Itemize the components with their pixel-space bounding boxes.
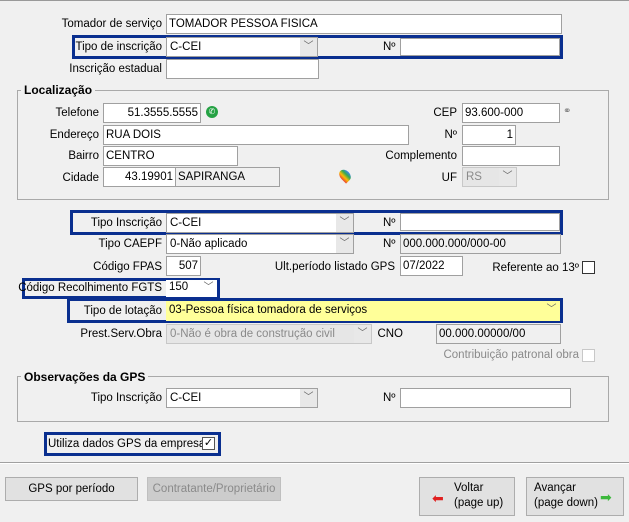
numero-input[interactable]: 1 — [462, 125, 516, 145]
chevron-down-icon: ﹀ — [336, 235, 353, 253]
selected-value: 03-Pessoa física tomadora de serviços — [169, 304, 368, 316]
tipo-caepf-select[interactable]: 0-Não aplicado ﹀ — [166, 234, 354, 254]
tomador-input[interactable]: TOMADOR PESSOA FISICA — [166, 14, 562, 34]
tipo-inscricao-top-label: Tipo de inscrição — [75, 41, 162, 53]
gps-por-periodo-label: GPS por período — [28, 483, 115, 495]
referente-13-checkbox[interactable] — [582, 261, 595, 274]
codigo-fgts-select[interactable]: 150 ﹀ — [166, 280, 217, 297]
selected-value: 0-Não é obra de construção civil — [170, 328, 335, 340]
binoculars-icon[interactable]: ⚭ — [563, 106, 571, 117]
num-top-input[interactable] — [400, 38, 560, 56]
contribuicao-patronal-checkbox[interactable] — [582, 349, 595, 362]
arrow-right-icon: ➡ — [600, 489, 612, 505]
inscricao-estadual-label: Inscrição estadual — [69, 63, 162, 75]
selected-value: 0-Não aplicado — [170, 238, 248, 250]
utiliza-dados-label: Utiliza dados GPS da empresa — [48, 438, 206, 450]
tipo-inscricao-select[interactable]: C-CEI ﹀ — [166, 213, 354, 233]
referente-13-label: Referente ao 13º — [492, 262, 579, 274]
numero-label: Nº — [444, 129, 457, 141]
codigo-fpas-input[interactable]: 507 — [166, 256, 201, 276]
cno-label: CNO — [377, 328, 403, 340]
telefone-input[interactable]: 51.3555.5555 — [103, 103, 201, 123]
num-top-label: Nº — [383, 41, 396, 53]
obs-tipo-inscricao-label: Tipo Inscrição — [90, 392, 162, 404]
num-input[interactable] — [400, 213, 560, 231]
prest-serv-obra-select[interactable]: 0-Não é obra de construção civil ﹀ — [166, 324, 372, 344]
selected-value: C-CEI — [170, 41, 202, 53]
contratante-label: Contratante/Proprietário — [152, 483, 276, 495]
chevron-down-icon: ﹀ — [499, 168, 516, 186]
localizacao-title: Localização — [21, 83, 96, 97]
avancar-button[interactable]: Avançar (page down) ➡ — [526, 477, 624, 516]
footer-divider — [0, 462, 629, 464]
observacoes-title: Observações da GPS — [21, 370, 149, 384]
endereco-label: Endereço — [49, 129, 99, 141]
top-border — [0, 0, 629, 1]
uf-select[interactable]: RS ﹀ — [462, 167, 517, 187]
tipo-inscricao-top-select[interactable]: C-CEI ﹀ — [166, 37, 318, 57]
endereco-input[interactable]: RUA DOIS — [103, 125, 409, 145]
tipo-caepf-label: Tipo CAEPF — [98, 238, 162, 250]
selected-value: 150 — [169, 281, 189, 293]
prest-serv-obra-label: Prest.Serv.Obra — [80, 328, 162, 340]
num-label: Nº — [383, 217, 396, 229]
codigo-fpas-label: Código FPAS — [93, 261, 162, 273]
cep-label: CEP — [433, 107, 457, 119]
telefone-label: Telefone — [55, 107, 99, 119]
utiliza-dados-checkbox[interactable]: ✓ — [202, 437, 215, 450]
chevron-down-icon: ﹀ — [300, 389, 317, 407]
gps-por-periodo-button[interactable]: GPS por período — [5, 477, 138, 501]
voltar-sub: (page up) — [454, 497, 504, 509]
caepf-num-label: Nº — [383, 238, 396, 250]
uf-label: UF — [441, 172, 457, 184]
complemento-input[interactable] — [462, 146, 560, 166]
selected-value: C-CEI — [170, 392, 202, 404]
contratante-button[interactable]: Contratante/Proprietário — [147, 477, 281, 501]
caepf-num-field: 000.000.000/000-00 — [400, 234, 561, 254]
chevron-down-icon: ﹀ — [336, 214, 353, 232]
cidade-code-input[interactable]: 43.19901 — [103, 167, 176, 187]
obs-num-label: Nº — [383, 392, 396, 404]
tipo-lotacao-label: Tipo de lotação — [83, 305, 162, 317]
ult-periodo-label: Ult.período listado GPS — [274, 261, 395, 273]
ult-periodo-input[interactable]: 07/2022 — [400, 256, 463, 276]
inscricao-estadual-input[interactable] — [166, 59, 319, 79]
codigo-fgts-label: Código Recolhimento FGTS — [18, 282, 162, 294]
complemento-label: Complemento — [385, 150, 457, 162]
chevron-down-icon: ﹀ — [200, 280, 217, 295]
cep-input[interactable]: 93.600-000 — [462, 103, 560, 123]
cidade-label: Cidade — [62, 172, 99, 184]
tomador-label: Tomador de serviço — [61, 18, 162, 30]
selected-value: RS — [466, 171, 482, 183]
voltar-button[interactable]: ⬅ Voltar (page up) — [419, 477, 515, 516]
chevron-down-icon: ﹀ — [300, 38, 317, 56]
bairro-input[interactable]: CENTRO — [103, 146, 238, 166]
contribuicao-patronal-label: Contribuição patronal obra — [443, 349, 579, 361]
chevron-down-icon: ﹀ — [354, 325, 371, 343]
avancar-label: Avançar — [534, 482, 576, 494]
cidade-name-field: SAPIRANGA — [175, 167, 280, 187]
cno-field: 00.000.00000/00 — [436, 324, 561, 344]
whatsapp-icon[interactable]: ✆ — [206, 106, 218, 118]
voltar-label: Voltar — [454, 482, 484, 494]
obs-tipo-inscricao-select[interactable]: C-CEI ﹀ — [166, 388, 318, 408]
tipo-lotacao-select[interactable]: 03-Pessoa física tomadora de serviços ﹀ — [166, 301, 560, 321]
chevron-down-icon: ﹀ — [543, 301, 560, 319]
obs-num-input[interactable] — [400, 388, 571, 408]
avancar-sub: (page down) — [534, 497, 598, 509]
arrow-left-icon: ⬅ — [432, 490, 444, 506]
selected-value: C-CEI — [170, 217, 202, 229]
tipo-inscricao-label: Tipo Inscrição — [90, 217, 162, 229]
bairro-label: Bairro — [68, 150, 99, 162]
